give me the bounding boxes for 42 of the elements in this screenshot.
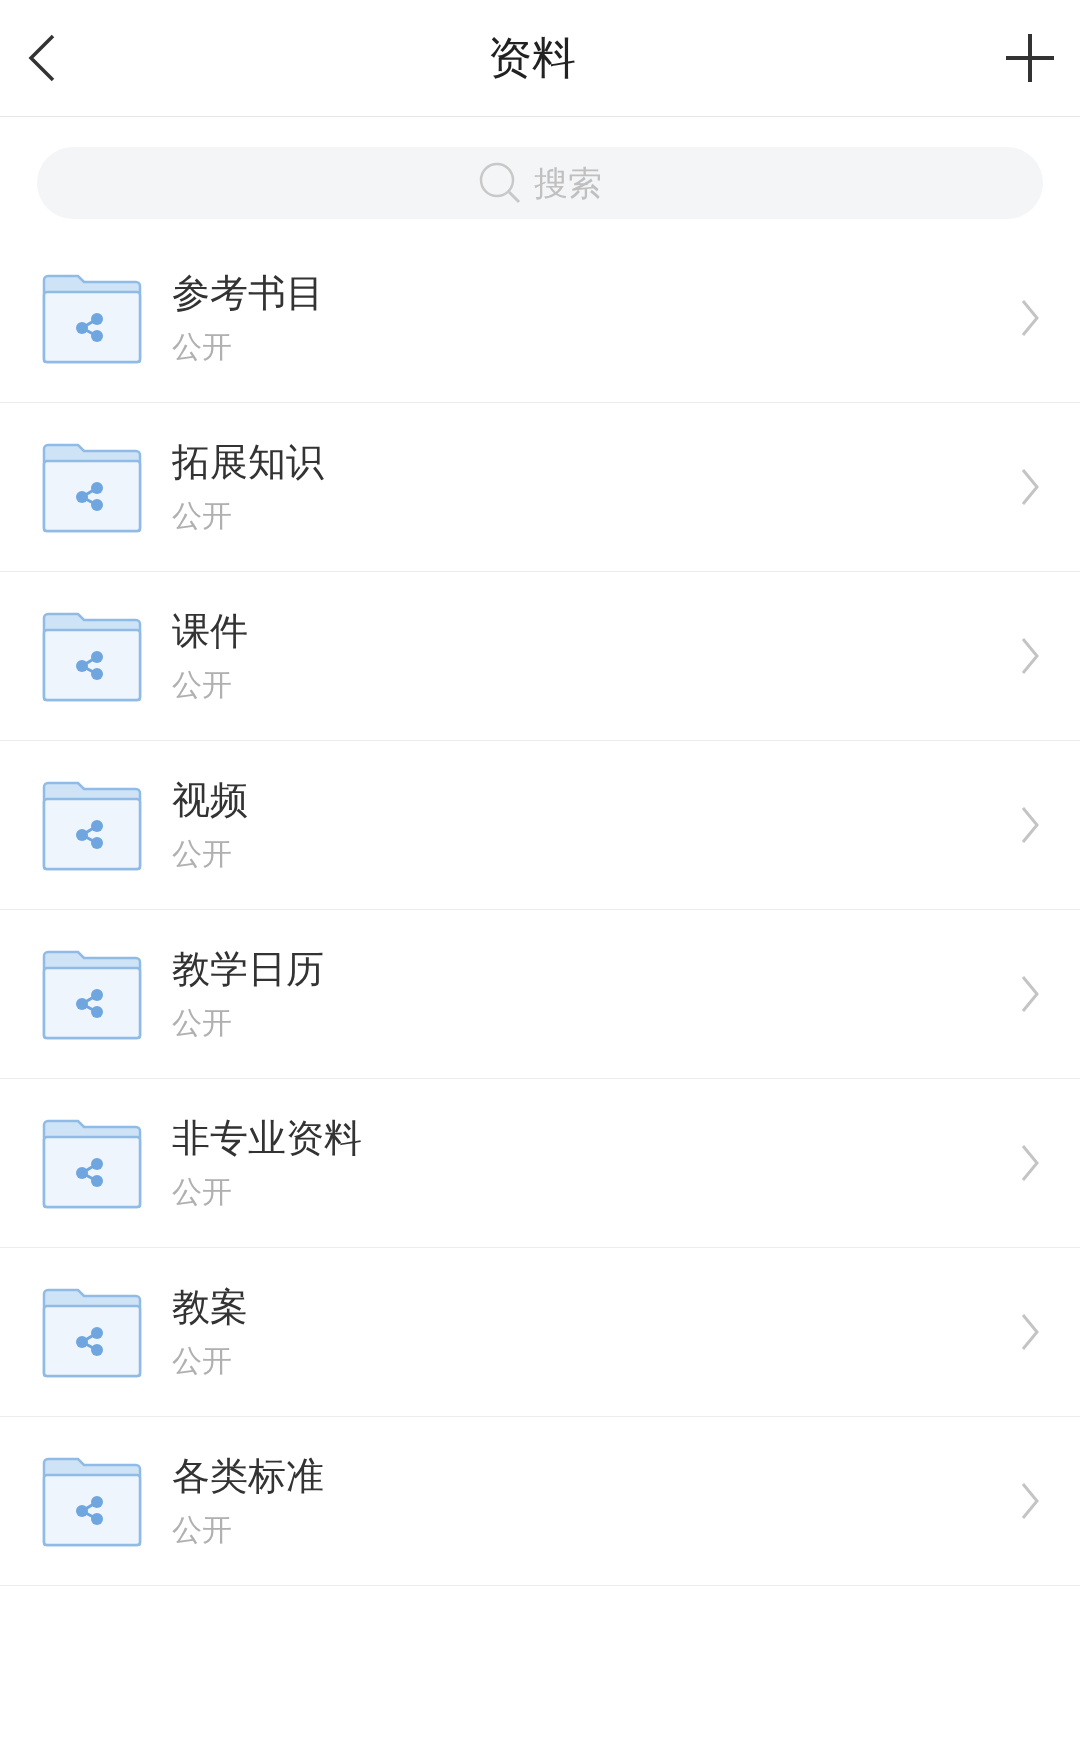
chevron-right-icon xyxy=(1020,1312,1040,1352)
folder-row[interactable]: 课件 公开 xyxy=(0,572,1080,741)
folder-name: 视频 xyxy=(172,778,249,822)
folder-name: 非专业资料 xyxy=(172,1116,363,1160)
shared-folder-icon xyxy=(42,610,142,702)
shared-folder-icon xyxy=(42,1286,142,1378)
visibility-label: 公开 xyxy=(172,1174,233,1210)
folder-row[interactable]: 视频 公开 xyxy=(0,741,1080,910)
chevron-right-icon xyxy=(1020,298,1040,338)
visibility-label: 公开 xyxy=(172,1512,233,1548)
visibility-label: 公开 xyxy=(172,667,233,703)
visibility-label: 公开 xyxy=(172,836,233,872)
page-title: 资料 xyxy=(488,31,576,85)
chevron-right-icon xyxy=(1020,1143,1040,1183)
folder-name: 拓展知识 xyxy=(172,440,325,484)
chevron-right-icon xyxy=(1020,636,1040,676)
folder-row[interactable]: 拓展知识 公开 xyxy=(0,403,1080,572)
folder-row[interactable]: 教学日历 公开 xyxy=(0,910,1080,1079)
folder-row[interactable]: 非专业资料 公开 xyxy=(0,1079,1080,1248)
folder-name: 各类标准 xyxy=(172,1454,325,1498)
folder-name: 参考书目 xyxy=(172,271,325,315)
chevron-right-icon xyxy=(1020,974,1040,1014)
visibility-label: 公开 xyxy=(172,329,233,365)
chevron-right-icon xyxy=(1020,467,1040,507)
folder-name: 教案 xyxy=(172,1285,249,1329)
folder-name: 教学日历 xyxy=(172,947,325,991)
chevron-right-icon xyxy=(1020,805,1040,845)
shared-folder-icon xyxy=(42,1455,142,1547)
folder-row[interactable]: 教案 公开 xyxy=(0,1248,1080,1417)
folder-row[interactable]: 参考书目 公开 xyxy=(0,234,1080,403)
shared-folder-icon xyxy=(42,441,142,533)
shared-folder-icon xyxy=(42,948,142,1040)
folder-name: 课件 xyxy=(172,609,249,653)
visibility-label: 公开 xyxy=(172,498,233,534)
shared-folder-icon xyxy=(42,1117,142,1209)
chevron-right-icon xyxy=(1020,1481,1040,1521)
shared-folder-icon xyxy=(42,272,142,364)
visibility-label: 公开 xyxy=(172,1343,233,1379)
folder-row[interactable]: 各类标准 公开 xyxy=(0,1417,1080,1586)
visibility-label: 公开 xyxy=(172,1005,233,1041)
search-icon xyxy=(478,161,522,205)
shared-folder-icon xyxy=(42,779,142,871)
